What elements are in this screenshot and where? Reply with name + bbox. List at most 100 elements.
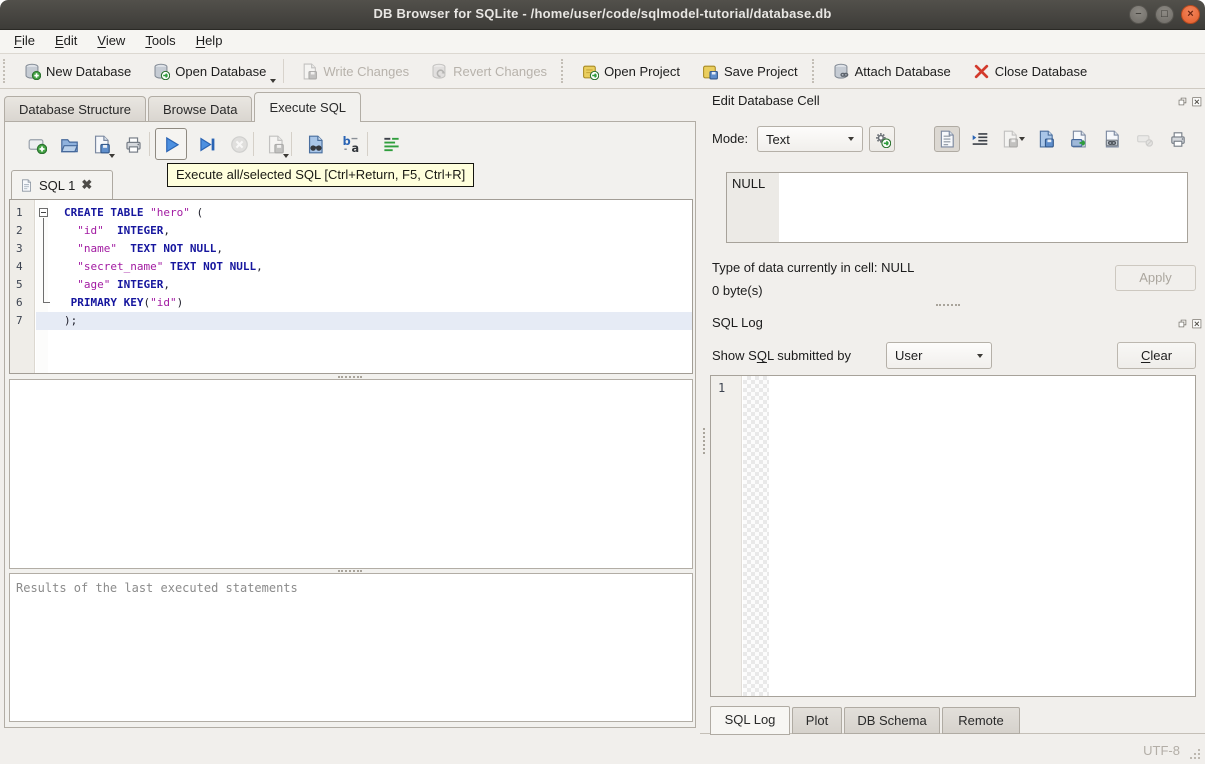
set-null-icon: [1137, 135, 1153, 147]
open-project-button[interactable]: Open Project: [571, 56, 691, 86]
log-filter-label: Show SQL submitted by: [712, 348, 851, 363]
chevron-down-icon: [848, 137, 854, 141]
window-titlebar[interactable]: DB Browser for SQLite - /home/user/code/…: [0, 0, 1205, 30]
cell-type-info: Type of data currently in cell: NULL: [712, 260, 915, 275]
chevron-down-icon[interactable]: [283, 154, 289, 158]
mode-combobox[interactable]: Text: [757, 126, 863, 152]
text-mode-button[interactable]: [934, 126, 960, 152]
toolbar-separator: [291, 132, 292, 156]
copy-link-button[interactable]: [1099, 126, 1125, 152]
tab-browse-data[interactable]: Browse Data: [148, 96, 253, 122]
execute-all-button[interactable]: [155, 128, 187, 160]
window-controls: − □ ×: [1129, 5, 1200, 24]
sql-toolbar: ba: [5, 126, 695, 164]
tab-execute-sql[interactable]: Execute SQL: [254, 92, 362, 122]
close-window-button[interactable]: ×: [1181, 5, 1200, 24]
print-icon: [1171, 132, 1185, 147]
menu-file[interactable]: File: [4, 30, 45, 54]
window-resize-grip[interactable]: [1189, 748, 1202, 761]
float-dock-button[interactable]: [1178, 95, 1189, 113]
set-null-button[interactable]: [1132, 126, 1158, 152]
sql-editor[interactable]: 1 2 3 4 5 6 7 CREATE TABLE "hero" ( "id" INTEG…: [9, 199, 693, 374]
menu-edit[interactable]: Edit: [45, 30, 87, 54]
menu-tools[interactable]: Tools: [135, 30, 185, 54]
mode-combobox-value: Text: [766, 131, 790, 147]
sql-log-dock-buttons: [1178, 317, 1203, 335]
toolbar-label: New Database: [46, 63, 132, 79]
code-line: );: [64, 314, 78, 327]
edit-cell-dock-buttons: [1178, 95, 1203, 113]
revert-changes-button[interactable]: Revert Changes: [420, 56, 558, 86]
replace-button[interactable]: ba: [335, 128, 367, 160]
execute-line-button[interactable]: [191, 128, 223, 160]
link-icon: [1105, 130, 1119, 148]
chevron-down-icon: [977, 353, 983, 358]
bottom-tab-db-schema[interactable]: DB Schema: [844, 707, 940, 734]
fold-collapse-icon[interactable]: [39, 208, 48, 217]
toolbar-label: Revert Changes: [453, 63, 548, 79]
save-as-button[interactable]: [1033, 126, 1059, 152]
line-number: 5: [16, 278, 23, 291]
format-sql-button[interactable]: [375, 128, 407, 160]
find-button[interactable]: [299, 128, 331, 160]
export-data-button[interactable]: [1066, 126, 1092, 152]
auto-indent-button[interactable]: [967, 126, 993, 152]
close-database-button[interactable]: Close Database: [962, 56, 1099, 86]
stop-execution-button[interactable]: [223, 128, 255, 160]
print-sql-button[interactable]: [117, 128, 149, 160]
write-changes-icon: [304, 63, 318, 79]
import-icon: [1003, 130, 1018, 148]
write-changes-button[interactable]: Write Changes: [290, 56, 420, 86]
close-dock-button[interactable]: [1192, 317, 1203, 335]
log-filter-combobox[interactable]: User: [886, 342, 992, 369]
replace-icon: ba: [342, 135, 359, 154]
svg-text:b: b: [342, 135, 350, 148]
save-results-button[interactable]: [259, 128, 291, 160]
editor-fold-margin[interactable]: [36, 200, 48, 373]
save-project-button[interactable]: Save Project: [691, 56, 809, 86]
close-dock-button[interactable]: [1192, 95, 1203, 113]
menu-help[interactable]: Help: [186, 30, 233, 54]
print-cell-button[interactable]: [1165, 126, 1191, 152]
open-sql-file-button[interactable]: [53, 128, 85, 160]
apply-mode-button[interactable]: [869, 126, 895, 152]
maximize-window-button[interactable]: □: [1155, 5, 1174, 24]
apply-button[interactable]: Apply: [1115, 265, 1196, 291]
sql-editor-tab[interactable]: SQL 1 ✖: [11, 170, 113, 199]
bottom-tab-plot[interactable]: Plot: [792, 707, 842, 734]
new-database-button[interactable]: New Database: [13, 56, 142, 86]
menu-view[interactable]: View: [87, 30, 135, 54]
toolbar-label: Attach Database: [854, 63, 951, 79]
code-line: "name" TEXT NOT NULL,: [77, 242, 223, 255]
line-number: 3: [16, 242, 23, 255]
save-sql-file-button[interactable]: [85, 128, 117, 160]
database-attach-icon: [834, 63, 848, 79]
sql-log-pane[interactable]: 1: [710, 375, 1196, 697]
chevron-down-icon[interactable]: [109, 154, 115, 158]
cell-value-editor[interactable]: NULL: [726, 172, 1188, 243]
chevron-down-icon[interactable]: [1019, 137, 1025, 141]
results-message-pane[interactable]: Results of the last executed statements: [9, 573, 693, 722]
line-number: 7: [16, 314, 23, 327]
panel-splitter-handle[interactable]: [703, 428, 705, 454]
close-sql-tab-icon[interactable]: ✖: [81, 177, 92, 193]
import-data-button[interactable]: [1000, 126, 1026, 152]
new-sql-tab-button[interactable]: [21, 128, 53, 160]
sql-editor-tab-label: SQL 1: [39, 177, 76, 193]
bottom-tab-remote[interactable]: Remote: [942, 707, 1020, 734]
save-results-icon: [268, 135, 284, 153]
attach-database-button[interactable]: Attach Database: [822, 56, 962, 86]
code-line: "secret_name" TEXT NOT NULL,: [77, 260, 263, 273]
dock-splitter[interactable]: [700, 302, 1196, 307]
export-icon: [1071, 130, 1086, 148]
clear-log-button[interactable]: Clear: [1117, 342, 1196, 369]
minimize-window-button[interactable]: −: [1129, 5, 1148, 24]
tab-database-structure[interactable]: Database Structure: [4, 96, 147, 122]
float-dock-button[interactable]: [1178, 317, 1189, 335]
chevron-down-icon[interactable]: [270, 79, 277, 83]
database-close-icon: [974, 64, 988, 78]
database-new-icon: [25, 63, 41, 80]
open-database-button[interactable]: Open Database: [142, 56, 277, 86]
bottom-tab-sql-log[interactable]: SQL Log: [710, 706, 790, 735]
results-grid-pane[interactable]: [9, 379, 693, 569]
